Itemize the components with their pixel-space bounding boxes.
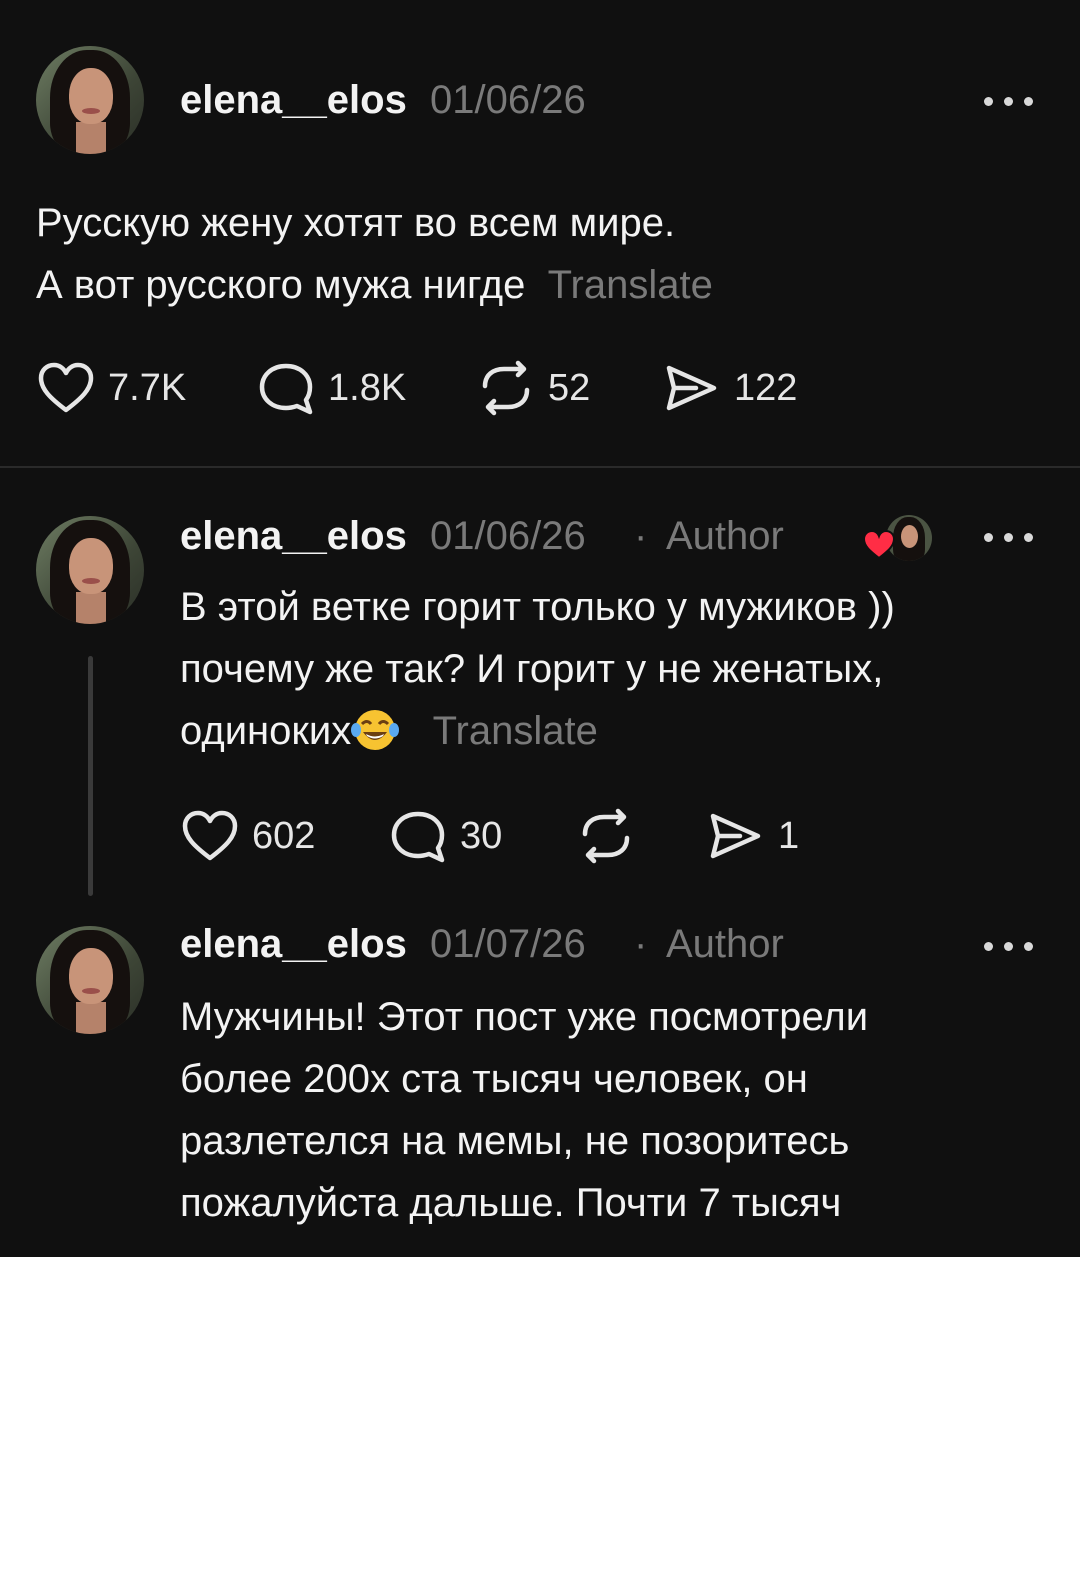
separator-dot: · [634, 922, 648, 966]
repost-icon [482, 360, 530, 416]
translate-link[interactable]: Translate [433, 709, 598, 753]
share-count: 1 [778, 815, 800, 857]
post-date: 01/07/26 [430, 922, 586, 966]
reply-button[interactable]: 30 [388, 806, 502, 866]
username[interactable]: elena__elos [180, 76, 407, 124]
repost-icon [582, 808, 630, 864]
translate-link[interactable]: Translate [548, 263, 713, 307]
reply-text-line: Мужчины! Этот пост уже посмотрели [180, 995, 869, 1039]
post-text-line: А вот русского мужа нигде [36, 263, 526, 307]
heart-icon [862, 529, 896, 560]
repost-button[interactable] [576, 806, 636, 866]
author-badge: Author [666, 922, 784, 966]
share-icon [666, 365, 717, 411]
author-liked-indicator [862, 515, 934, 565]
comment-icon [391, 811, 445, 863]
username[interactable]: elena__elos [180, 512, 407, 560]
reply-text: В этой ветке горит только у мужиков )) п… [180, 576, 1060, 762]
divider [0, 466, 1080, 468]
heart-icon [38, 362, 94, 413]
share-count: 122 [734, 367, 798, 409]
repost-button[interactable]: 52 [476, 358, 590, 418]
author-badge: Author [666, 514, 784, 558]
more-icon[interactable] [984, 939, 1036, 953]
post-text: Русскую жену хотят во всем мире. А вот р… [36, 192, 1046, 316]
avatar[interactable] [36, 516, 144, 624]
separator-dot: · [634, 514, 648, 558]
reply-text-line: почему же так? И горит у не женатых, [180, 647, 884, 691]
reply-text-line: одиноких [180, 709, 352, 753]
post-date: 01/06/26 [430, 78, 586, 122]
more-icon[interactable] [984, 530, 1036, 544]
post-text-line: Русскую жену хотят во всем мире. [36, 201, 676, 245]
reply-count: 30 [460, 815, 503, 857]
reply-text: Мужчины! Этот пост уже посмотрели более … [180, 986, 1060, 1234]
thread-line [88, 656, 93, 896]
repost-count: 52 [548, 367, 591, 409]
avatar[interactable] [36, 46, 144, 154]
share-button[interactable]: 1 [706, 806, 799, 866]
like-button[interactable]: 7.7K [36, 358, 186, 418]
share-button[interactable]: 122 [662, 358, 797, 418]
comment-icon [259, 363, 313, 415]
reply-text-line: В этой ветке горит только у мужиков )) [180, 585, 895, 629]
threads-screen: elena__elos 01/06/26 Русскую жену хотят … [0, 0, 1080, 1257]
like-count: 7.7K [108, 367, 187, 409]
share-icon [710, 813, 761, 859]
like-count: 602 [252, 815, 316, 857]
reply-text-line: более 200х ста тысяч человек, он [180, 1057, 808, 1101]
more-icon[interactable] [984, 94, 1036, 108]
username[interactable]: elena__elos [180, 920, 407, 968]
reply-text-line: пожалуйста дальше. Почти 7 тысяч [180, 1181, 842, 1225]
post-date: 01/06/26 [430, 514, 586, 558]
like-button[interactable]: 602 [180, 806, 315, 866]
laughing-tears-emoji [351, 706, 400, 752]
reply-count: 1.8K [328, 367, 407, 409]
reply-button[interactable]: 1.8K [256, 358, 406, 418]
reply-text-line: разлетелся на мемы, не позоритесь [180, 1119, 850, 1163]
heart-icon [182, 810, 238, 861]
avatar[interactable] [36, 926, 144, 1034]
